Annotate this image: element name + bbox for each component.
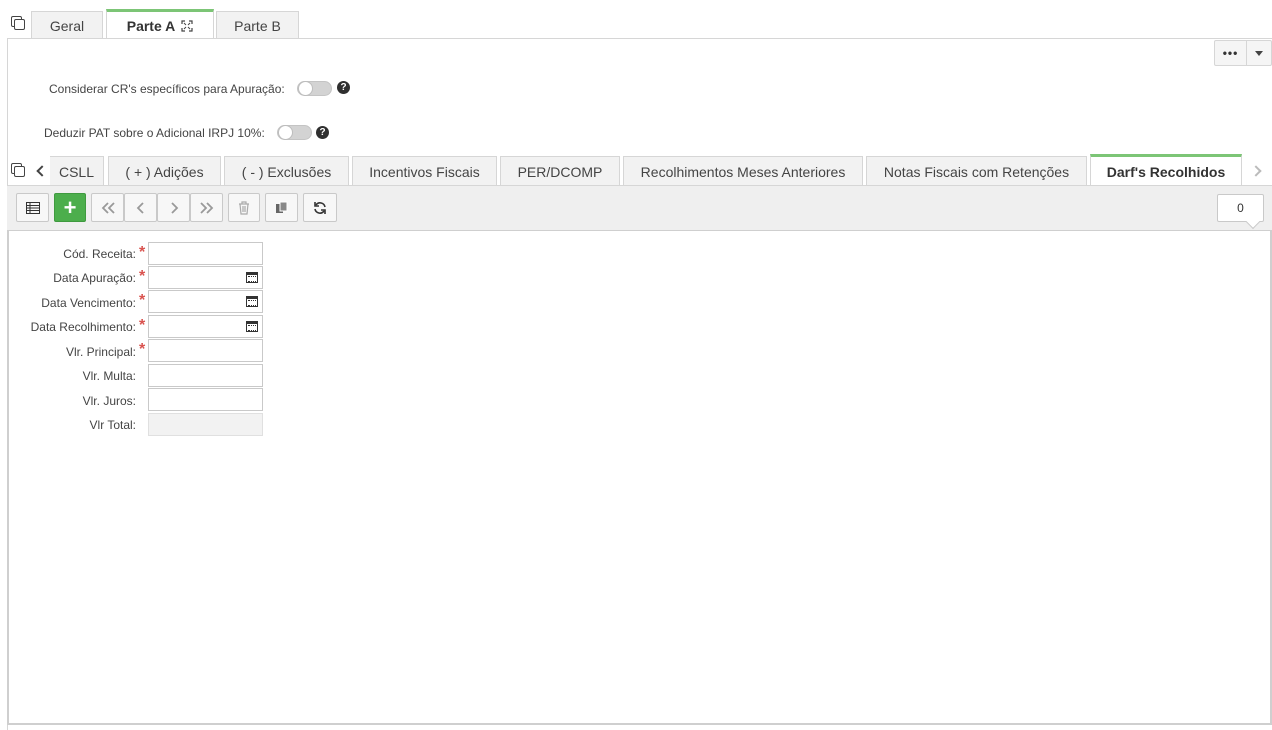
add-icon: + xyxy=(63,194,77,220)
duplicate-window-icon[interactable] xyxy=(11,16,25,30)
tab-label: Incentivos Fiscais xyxy=(369,163,480,180)
refresh-button[interactable] xyxy=(303,193,337,222)
last-record-icon xyxy=(199,201,213,214)
vlr-juros-input[interactable] xyxy=(148,388,263,411)
tab-parte-b[interactable]: Parte B xyxy=(216,11,299,39)
tab-label: Recolhimentos Meses Anteriores xyxy=(640,163,846,180)
tab-label: Notas Fiscais com Retenções xyxy=(883,163,1070,180)
tab-label: ( + ) Adições xyxy=(125,163,204,180)
tab-label: Parte A xyxy=(126,17,176,34)
toggle-knob xyxy=(298,81,313,96)
option-label-specific-cr: Considerar CR's específicos para Apuraçã… xyxy=(49,82,285,96)
required-mark: * xyxy=(139,341,146,358)
grid-view-icon xyxy=(25,201,40,214)
field-label-vlr-principal: Vlr. Principal: xyxy=(65,345,136,359)
required-mark: * xyxy=(139,317,146,334)
first-record-icon xyxy=(101,201,115,214)
field-label-vlr-total: Vlr Total: xyxy=(89,418,136,432)
data-recolhimento-input[interactable] xyxy=(148,315,263,338)
cod-receita-input[interactable] xyxy=(148,242,263,265)
tab-parte-a[interactable]: Parte A xyxy=(106,9,214,39)
required-mark: * xyxy=(139,292,146,309)
duplicate-window-icon[interactable] xyxy=(11,163,25,177)
field-label-vlr-multa: Vlr. Multa: xyxy=(82,369,136,383)
calendar-icon[interactable] xyxy=(246,321,258,332)
tab-csll[interactable]: CSLL xyxy=(50,156,104,186)
expand-icon[interactable] xyxy=(181,19,193,32)
field-label-data-recolhimento: Data Recolhimento: xyxy=(30,320,136,334)
tab-label: CSLL xyxy=(58,163,95,180)
tab-label: Darf's Recolhidos xyxy=(1106,163,1226,180)
field-label-vlr-juros: Vlr. Juros: xyxy=(82,394,136,408)
field-label-data-apuracao: Data Apuração: xyxy=(53,271,136,285)
option-label-deduzir-pat: Deduzir PAT sobre o Adicional IRPJ 10%: xyxy=(44,126,265,140)
record-counter: 0 xyxy=(1217,194,1264,222)
vlr-principal-input[interactable] xyxy=(148,339,263,362)
delete-icon xyxy=(239,200,249,215)
more-icon[interactable]: ••• xyxy=(1215,41,1247,65)
tab-incentivos-fiscais[interactable]: Incentivos Fiscais xyxy=(352,156,497,186)
vlr-total-input xyxy=(148,413,263,436)
calendar-icon[interactable] xyxy=(246,272,258,283)
help-icon[interactable]: ? xyxy=(337,81,350,94)
copy-record-button[interactable] xyxy=(265,193,298,222)
field-label-data-vencimento: Data Vencimento: xyxy=(41,296,136,310)
last-record-button[interactable] xyxy=(190,193,223,222)
tab-geral[interactable]: Geral xyxy=(31,11,103,39)
vlr-multa-input[interactable] xyxy=(148,364,263,387)
toggle-specific-cr[interactable] xyxy=(297,81,332,96)
tab-exclusoes[interactable]: ( - ) Exclusões xyxy=(224,156,349,186)
tab-label: PER/DCOMP xyxy=(517,163,603,180)
data-apuracao-input[interactable] xyxy=(148,266,263,289)
tab-per-dcomp[interactable]: PER/DCOMP xyxy=(500,156,620,186)
next-record-button[interactable] xyxy=(157,193,190,222)
dropdown-toggle[interactable] xyxy=(1247,41,1271,65)
tab-notas-fiscais-retencoes[interactable]: Notas Fiscais com Retenções xyxy=(866,156,1087,186)
data-vencimento-input[interactable] xyxy=(148,290,263,313)
add-record-button[interactable]: + xyxy=(54,193,86,222)
more-actions-button[interactable]: ••• xyxy=(1214,40,1272,66)
required-mark: * xyxy=(139,244,146,261)
tab-label: Geral xyxy=(49,17,85,34)
previous-record-icon xyxy=(136,201,144,214)
help-icon[interactable]: ? xyxy=(316,126,329,139)
tab-recolhimentos-meses-anteriores[interactable]: Recolhimentos Meses Anteriores xyxy=(623,156,863,186)
tab-adicoes[interactable]: ( + ) Adições xyxy=(108,156,221,186)
toggle-knob xyxy=(278,125,293,140)
calendar-icon[interactable] xyxy=(246,296,258,307)
toggle-deduzir-pat[interactable] xyxy=(277,125,312,140)
delete-record-button[interactable] xyxy=(228,193,260,222)
copy-record-icon xyxy=(275,201,287,213)
required-mark: * xyxy=(139,268,146,285)
first-record-button[interactable] xyxy=(91,193,124,222)
caret-down-icon xyxy=(1255,50,1263,56)
refresh-icon xyxy=(314,201,326,214)
tab-label: Parte B xyxy=(234,17,281,34)
previous-record-button[interactable] xyxy=(124,193,157,222)
tab-darfs-recolhidos[interactable]: Darf's Recolhidos xyxy=(1090,154,1242,186)
next-record-icon xyxy=(170,201,178,214)
field-label-cod-receita: Cód. Receita: xyxy=(63,247,136,261)
tab-label: ( - ) Exclusões xyxy=(241,163,332,180)
grid-view-button[interactable] xyxy=(16,193,49,222)
